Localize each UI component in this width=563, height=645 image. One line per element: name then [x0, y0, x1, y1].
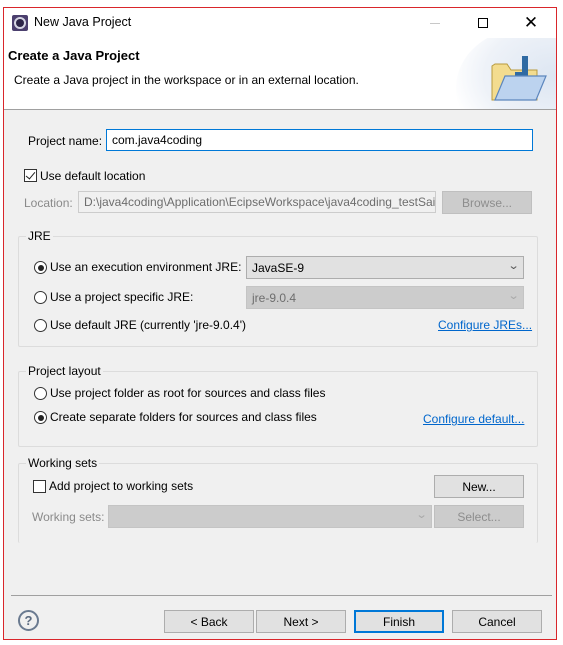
jre-group-title: JRE: [26, 229, 53, 243]
project-folder-root-radio[interactable]: [34, 387, 47, 400]
project-name-input[interactable]: com.java4coding: [106, 129, 533, 151]
working-sets-group-title: Working sets: [26, 456, 100, 470]
select-working-sets-button[interactable]: Select...: [434, 505, 524, 528]
project-name-label: Project name:: [28, 134, 103, 148]
new-working-set-button[interactable]: New...: [434, 475, 524, 498]
location-label: Location:: [24, 196, 73, 210]
project-layout-group-title: Project layout: [26, 364, 103, 378]
cancel-button[interactable]: Cancel: [452, 610, 542, 633]
add-to-working-sets-checkbox[interactable]: [33, 480, 46, 493]
browse-button[interactable]: Browse...: [442, 191, 532, 214]
finish-button[interactable]: Finish: [354, 610, 444, 633]
close-icon: ✕: [523, 13, 539, 32]
project-specific-jre-value: jre-9.0.4: [252, 291, 297, 305]
execution-env-radio[interactable]: [34, 261, 47, 274]
use-default-location-checkbox[interactable]: [24, 169, 37, 182]
eclipse-app-icon: [12, 15, 28, 31]
next-button[interactable]: Next >: [256, 610, 346, 633]
project-layout-group: Project layout: [18, 364, 538, 447]
project-specific-jre-radio[interactable]: [34, 291, 47, 304]
help-icon[interactable]: ?: [18, 610, 39, 631]
separate-folders-label: Create separate folders for sources and …: [50, 410, 317, 424]
project-specific-jre-label: Use a project specific JRE:: [50, 290, 194, 304]
minimize-button[interactable]: [412, 8, 458, 38]
working-sets-select[interactable]: ⌄: [108, 505, 432, 528]
close-button[interactable]: ✕: [508, 8, 554, 38]
open-folder-icon: [491, 56, 547, 101]
separate-folders-radio[interactable]: [34, 411, 47, 424]
execution-env-label: Use an execution environment JRE:: [50, 260, 242, 274]
project-specific-jre-select[interactable]: jre-9.0.4 ⌄: [246, 286, 524, 309]
location-input[interactable]: D:\java4coding\Application\EcipseWorkspa…: [78, 191, 436, 213]
wizard-description: Create a Java project in the workspace o…: [14, 73, 359, 87]
chevron-down-icon: ⌄: [507, 290, 520, 302]
default-jre-label: Use default JRE (currently 'jre-9.0.4'): [50, 318, 246, 332]
minimize-icon: [430, 22, 440, 24]
default-jre-radio[interactable]: [34, 319, 47, 332]
wizard-banner: Create a Java Project Create a Java proj…: [4, 38, 556, 110]
use-default-location-label: Use default location: [40, 169, 146, 183]
execution-env-value: JavaSE-9: [252, 261, 305, 275]
maximize-icon: [478, 18, 488, 28]
execution-env-select[interactable]: JavaSE-9 ⌄: [246, 256, 524, 279]
maximize-button[interactable]: [460, 8, 506, 38]
window-title: New Java Project: [34, 15, 132, 29]
configure-default-link[interactable]: Configure default...: [423, 412, 524, 426]
new-java-project-dialog: New Java Project ✕ Create a Java Project…: [3, 7, 557, 640]
title-bar: New Java Project ✕: [4, 8, 556, 38]
project-folder-root-label: Use project folder as root for sources a…: [50, 386, 326, 400]
back-button[interactable]: < Back: [164, 610, 254, 633]
chevron-down-icon: ⌄: [415, 509, 428, 521]
working-sets-label: Working sets:: [32, 510, 105, 524]
configure-jres-link[interactable]: Configure JREs...: [438, 318, 532, 332]
add-to-working-sets-label: Add project to working sets: [49, 479, 194, 493]
footer-separator: [11, 595, 552, 596]
wizard-title: Create a Java Project: [8, 48, 140, 63]
chevron-down-icon: ⌄: [507, 260, 520, 272]
